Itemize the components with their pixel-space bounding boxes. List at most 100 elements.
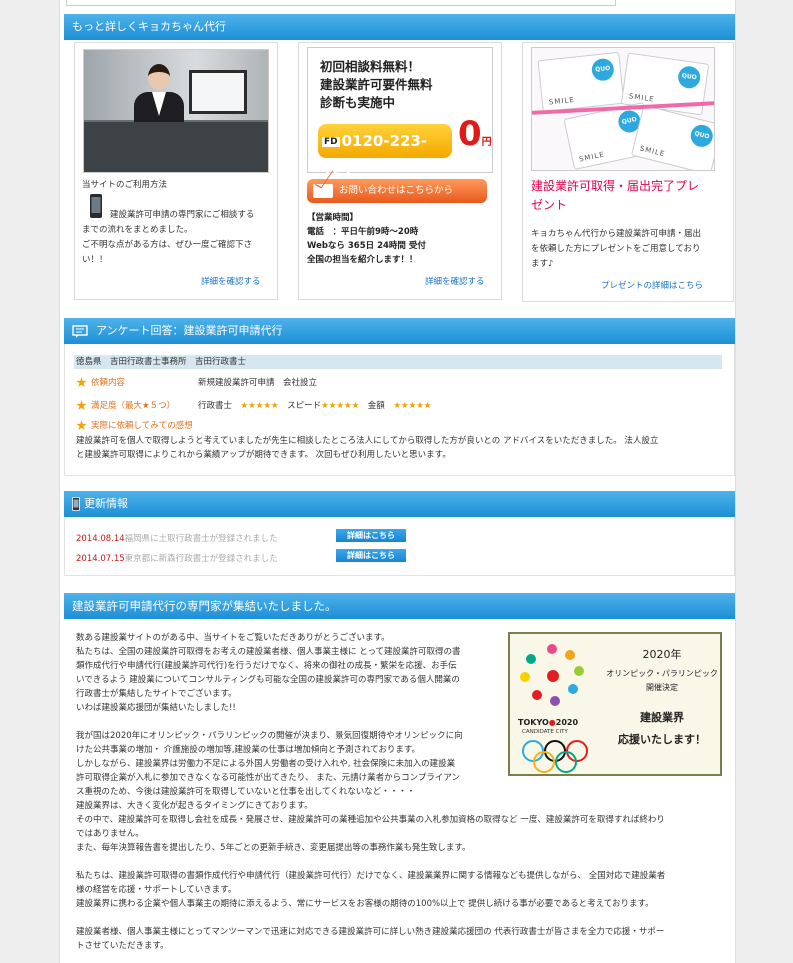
sat-admin-label: 行政書士	[198, 401, 233, 411]
usage-desc-3: ご不明な点がある方は、ぜひ一度ご確認下さ	[82, 240, 253, 250]
olympic-line-1: オリンピック・パラリンピック	[606, 669, 718, 678]
news-date: 2014.07.15	[76, 554, 125, 564]
present-desc-2: を依頼した方にプレゼントをご用意しており	[531, 244, 701, 254]
tel-badge[interactable]: FD 0120-223-151	[318, 124, 452, 184]
text-line: 類作成代行や申請代行(建設業許可代行)を行うだけでなく、将来の御社の成長・繁栄を…	[76, 661, 457, 671]
consult-detail-link[interactable]: 詳細を確認する	[425, 275, 485, 287]
card-consult: 初回相談料無料！ 建設業許可要件無料 診断も実施中 FD 0120-223-151…	[298, 42, 502, 300]
present-detail-link[interactable]: プレゼントの詳細はこちら	[601, 279, 703, 291]
banner-title-3: 診断も実施中	[320, 95, 396, 110]
banner-title-2: 建設業許可要件無料	[320, 77, 433, 92]
section-header-survey: アンケート回答：建設業許可申請代行	[64, 318, 735, 344]
candidate-city: CANDIDATE CITY	[522, 729, 568, 735]
intro-paragraph-3: 私たちは、建設業許可取得の書類作成代行や申請代行（建設業許可代行）だけでなく、建…	[76, 869, 726, 911]
present-desc-1: キョカちゃん代行から建設業許可申請・届出	[531, 229, 702, 239]
news-item: 2014.08.14福岡県に土取行政書士が登録されました 詳細はこちら	[76, 529, 726, 546]
intro-title: 建設業許可申請代行の専門家が集結いたしました。	[72, 599, 337, 613]
smartphone-icon	[90, 194, 102, 218]
sat-price-label: 金額	[367, 401, 385, 411]
request-value: 新規建設業許可申請 会社設立	[198, 378, 318, 388]
impression-text: 建設業許可を個人で取得しようと考えていましたが先生に相談したところ法人にしてから…	[76, 434, 726, 462]
contact-button-label: お問い合わせはこちらから	[339, 185, 454, 196]
banner-title-1: 初回相談料無料！	[320, 59, 421, 74]
smile-text: SMILE	[638, 144, 666, 159]
present-title: 建設業許可取得・届出完了プレ ゼント	[531, 177, 721, 215]
monitor-image	[189, 70, 247, 114]
office-name-bar: 徳島県 吉田行政書士事務所 吉田行政書士	[74, 355, 722, 369]
mail-icon	[313, 184, 333, 198]
news-detail-button[interactable]: 詳細はこちら	[336, 549, 406, 562]
impression-label: 実際に依頼してみての感想	[91, 421, 193, 431]
hours-line-2: Webなら 365日 24時間 受付	[307, 241, 426, 251]
text-line: 建設業者様、個人事業主様にとってマンツーマンで迅速に対応できる建設業許可に詳しい…	[76, 927, 665, 937]
impression-line-2: と建設業許可取得によりこれから業績アップが期待できます。 次回もぜひ利用したいと…	[76, 450, 451, 460]
tokyo-text: TOKYO	[518, 718, 549, 727]
olympic-banner: TOKYO●2020 CANDIDATE CITY 2020年 オリンピック・パ…	[508, 632, 722, 776]
usage-desc-4: い！！	[82, 255, 108, 265]
news-text: 福岡県に土取行政書士が登録されました	[124, 534, 278, 544]
freedial-icon: FD	[322, 136, 340, 147]
usage-desc-2: までの流れをまとめました。	[82, 225, 193, 235]
olympic-line-2: 開催決定	[646, 683, 678, 692]
news-title: 更新情報	[84, 497, 128, 510]
section-header-news: 更新情報	[64, 491, 735, 517]
text-line: ス重視のため、今後は建設業許可を取得していないと仕事を出してくれないなど・・・・	[76, 787, 416, 797]
news-text: 東京都に新森行政書士が登録されました	[124, 554, 278, 564]
request-label: 依頼内容	[91, 378, 126, 388]
olympic-year: 2020年	[642, 648, 682, 661]
text-line: その中で、建設業許可を取得し会社を成長・発展させ、建設業許可の業種追加や公共事業…	[76, 815, 665, 825]
text-line: 私たちは、建設業許可取得の書類作成代行や申請代行（建設業許可代行）だけでなく、建…	[76, 871, 666, 881]
text-line: 行政書士が集結したサイトでございます。	[76, 689, 237, 699]
smile-text: SMILE	[548, 95, 576, 107]
impression-line-1: 建設業許可を個人で取得しようと考えていましたが先生に相談したところ法人にしてから…	[76, 436, 659, 446]
intro-paragraph-4: 建設業者様、個人事業主様にとってマンツーマンで迅速に対応できる建設業許可に詳しい…	[76, 925, 726, 953]
section-title: もっと詳しくキョカちゃん代行	[72, 20, 226, 33]
sat-admin-stars: ★★★★★	[240, 401, 279, 411]
olympic-ring	[533, 751, 555, 773]
text-line: また、毎年決算報告書を提出したり、5年ごとの更新手続き、変更届提出等の事務作業も…	[76, 843, 471, 853]
section-header-intro: 建設業許可申請代行の専門家が集結いたしました。	[64, 593, 735, 619]
text-line: いできるよう 建設業についてコンサルティングも可能な全国の建設業許可の専門家であ…	[76, 675, 460, 685]
star-icon	[76, 377, 87, 388]
text-line: 様の経営を応援・サポートしていきます。	[76, 885, 237, 895]
star-icon	[76, 420, 87, 431]
text-line: 建設業界に携わる企業や個人事業主の期待に添えるよう、常にサービスをお客様の期待の…	[76, 899, 654, 909]
smile-text: SMILE	[578, 150, 606, 164]
news-item: 2014.07.15東京都に新森行政書士が登録されました 詳細はこちら	[76, 549, 726, 566]
hours-line-3: 全国の担当を紹介します！！	[307, 255, 418, 265]
tokyo-wreath-logo	[520, 644, 584, 708]
intro-paragraph-1: 数ある建設業サイトのがある中、当サイトをご覧いただきありがとうございます。 私た…	[76, 631, 506, 715]
quo-logo: QUO	[676, 64, 702, 90]
sat-speed-stars: ★★★★★	[321, 401, 360, 411]
present-title-2: ゼント	[531, 198, 568, 212]
olympic-cheer-1: 建設業界	[640, 711, 684, 724]
survey-satisfaction-row: 満足度（最大★５つ） 行政書士 ★★★★★ スピード★★★★★ 金額 ★★★★★	[76, 399, 716, 413]
survey-request-row: 依頼内容 新規建設業許可申請 会社設立	[76, 376, 317, 390]
news-detail-button[interactable]: 詳細はこちら	[336, 529, 406, 542]
yen-unit: 円	[481, 137, 492, 148]
hours-line-1: 電話 ：平日午前9時～20時	[307, 227, 419, 237]
section-header-more: もっと詳しくキョカちゃん代行	[64, 14, 735, 40]
sat-speed-label: スピード	[287, 401, 322, 411]
text-line: 建設業界は、大きく変化が起きるタイミングにきております。	[76, 801, 313, 811]
survey-title: アンケート回答：建設業許可申請代行	[96, 324, 283, 337]
tokyo-label: TOKYO●2020	[518, 718, 579, 727]
business-hours: 【営業時間】 電話 ：平日午前9時～20時 Webなら 365日 24時間 受付…	[307, 211, 426, 267]
staff-photo	[83, 49, 269, 173]
contact-mail-button[interactable]: お問い合わせはこちらから	[307, 179, 487, 203]
survey-impression-row: 実際に依頼してみての感想	[76, 419, 193, 433]
usage-detail-link[interactable]: 詳細を確認する	[201, 275, 261, 287]
text-line: トさせていただきます。	[76, 941, 169, 951]
quo-logo: QUO	[590, 57, 615, 82]
star-icon	[76, 400, 87, 411]
card-usage: 当サイトのご利用方法 建設業許可申請の専門家にご相談する までの流れをまとめまし…	[74, 42, 278, 300]
free-consult-banner[interactable]: 初回相談料無料！ 建設業許可要件無料 診断も実施中 FD 0120-223-151…	[307, 47, 493, 184]
text-line: いわば建設業応援団が集結いたしました!!	[76, 703, 236, 713]
zero-yen: 0円	[458, 114, 492, 163]
satisfaction-label: 満足度（最大★５つ）	[91, 401, 176, 411]
zero-value: 0	[458, 114, 482, 154]
banner-title: 初回相談料無料！ 建設業許可要件無料 診断も実施中	[320, 58, 433, 112]
text-line: 数ある建設業サイトのがある中、当サイトをご覧いただきありがとうございます。	[76, 633, 390, 643]
tokyo-year: 2020	[555, 718, 579, 727]
olympic-cheer-2: 応援いたします！	[618, 733, 706, 746]
